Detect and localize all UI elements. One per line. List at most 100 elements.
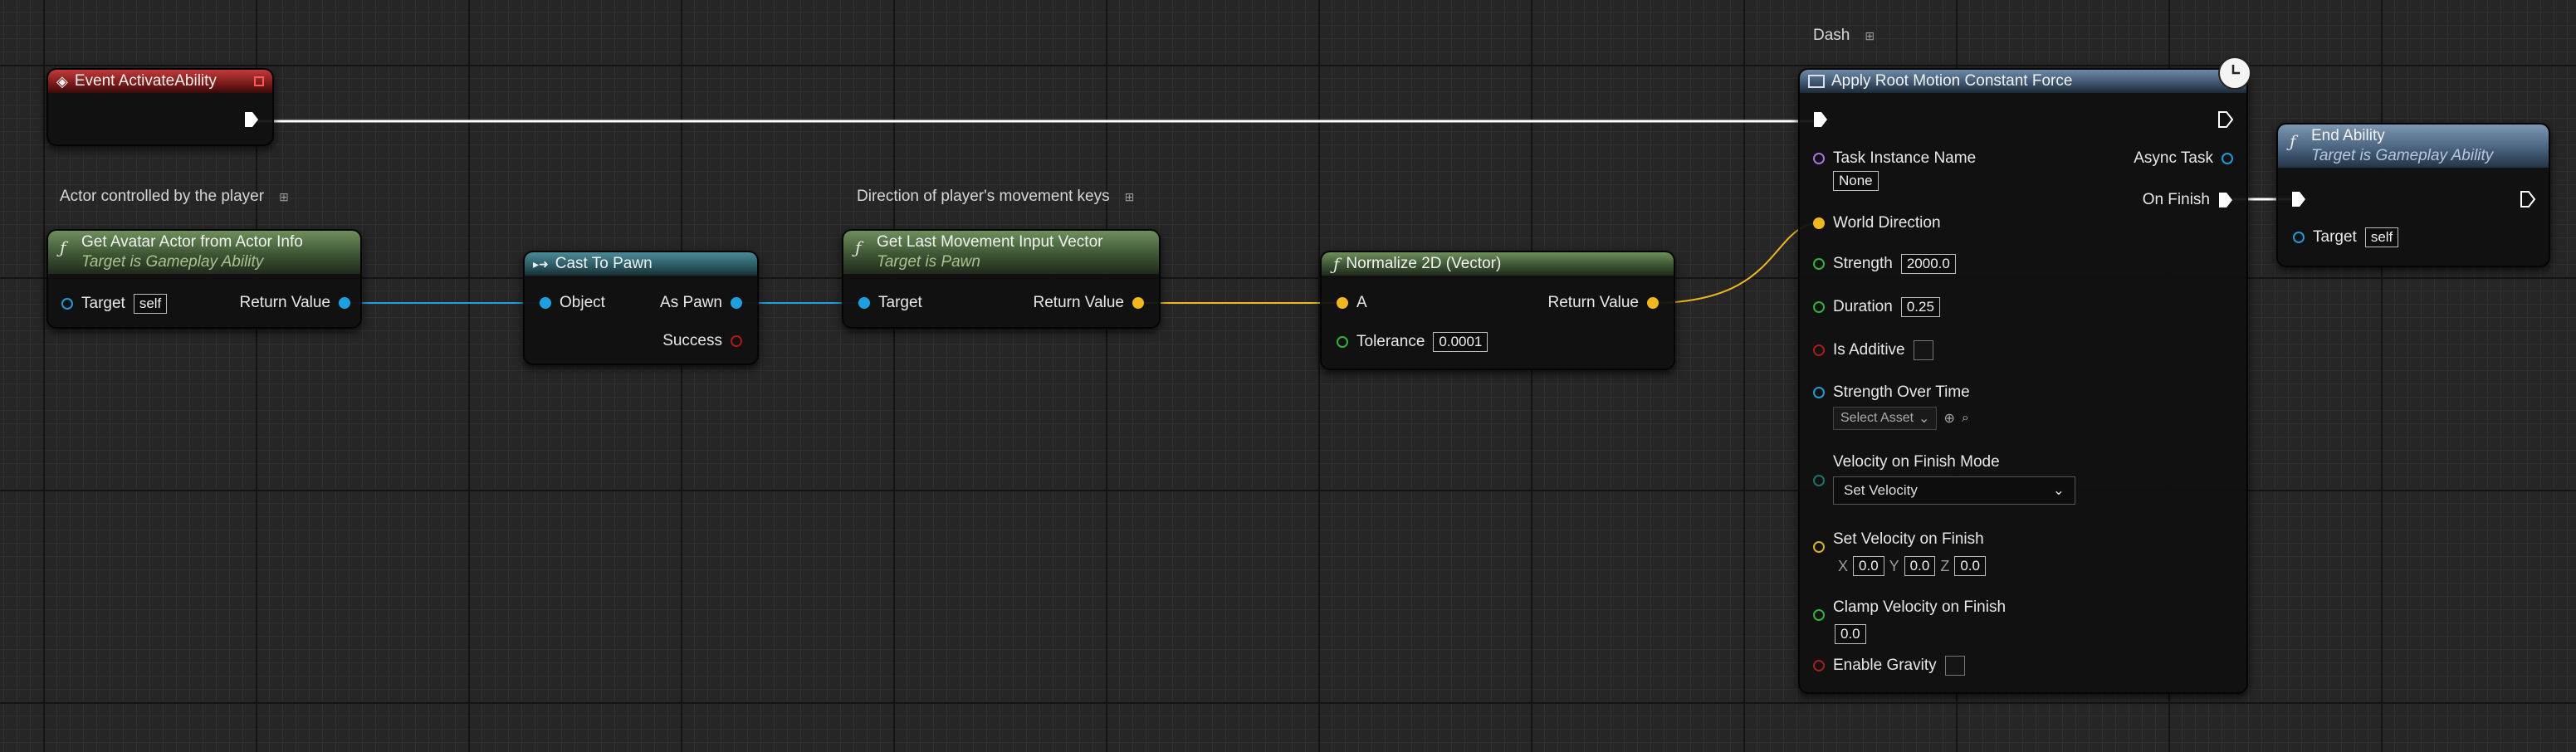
get-last-movement-node[interactable]: ƒ Get Last Movement Input Vector Target …: [842, 229, 1161, 329]
use-selected-icon[interactable]: ⊕: [1943, 410, 1954, 427]
return-pin-row[interactable]: Return Value: [1548, 294, 1659, 312]
target-field[interactable]: self: [2364, 227, 2399, 247]
target-pin[interactable]: [61, 298, 73, 310]
on-finish-row[interactable]: On Finish: [2143, 191, 2233, 209]
normalize-2d-node[interactable]: ƒ Normalize 2D (Vector) A Return Value T…: [1320, 251, 1675, 370]
comment-pin-icon[interactable]: ⊞: [1865, 29, 1875, 43]
async-task-pin[interactable]: [2222, 153, 2233, 164]
success-pin-row[interactable]: Success: [662, 332, 742, 350]
pin-label: Strength Over Time: [1833, 383, 1970, 401]
strength-field[interactable]: 2000.0: [1900, 254, 1956, 274]
success-pin[interactable]: [731, 335, 742, 347]
z-field[interactable]: 0.0: [1954, 556, 1986, 576]
velocity-mode-dropdown[interactable]: Set Velocity ⌄: [1833, 476, 2075, 505]
exec-pin-icon[interactable]: [2520, 191, 2535, 208]
return-pin-row[interactable]: Return Value: [1033, 294, 1144, 312]
select-asset-dropdown[interactable]: Select Asset ⌄: [1833, 407, 1938, 430]
search-icon[interactable]: ⌕: [1962, 411, 1969, 426]
as-pawn-pin-row[interactable]: As Pawn: [660, 294, 742, 312]
node-subtitle: Target is Pawn: [877, 253, 980, 271]
apply-root-motion-node[interactable]: Apply Root Motion Constant Force Task In…: [1798, 56, 2251, 694]
strength-over-time-pin[interactable]: [1813, 387, 1825, 398]
get-avatar-actor-node[interactable]: ƒ Get Avatar Actor from Actor Info Targe…: [46, 229, 362, 329]
velocity-mode-pin[interactable]: [1813, 475, 1825, 486]
y-field[interactable]: 0.0: [1904, 556, 1936, 576]
target-pin[interactable]: [858, 297, 870, 309]
world-direction-row[interactable]: World Direction: [1813, 214, 1941, 232]
set-velocity-row[interactable]: Set Velocity on Finish X 0.0 Y 0.0 Z 0.0: [1813, 526, 1986, 576]
duration-pin[interactable]: [1813, 301, 1825, 313]
as-pawn-pin[interactable]: [731, 297, 742, 309]
enable-gravity-pin[interactable]: [1813, 660, 1825, 671]
clamp-velocity-row[interactable]: Clamp Velocity on Finish 0.0: [1813, 594, 2006, 644]
strength-pin[interactable]: [1813, 258, 1825, 270]
strength-over-time-row[interactable]: Strength Over Time Select Asset ⌄ ⊕ ⌕: [1813, 383, 1970, 430]
clamp-velocity-pin[interactable]: [1813, 609, 1825, 621]
duration-field[interactable]: 0.25: [1900, 297, 1940, 317]
event-activate-ability-node[interactable]: ◈ Event ActivateAbility: [46, 68, 274, 146]
exec-output[interactable]: [2218, 111, 2233, 128]
comment-pin-icon[interactable]: ⊞: [1125, 190, 1135, 204]
exec-output[interactable]: [2520, 191, 2535, 208]
exec-pin-icon[interactable]: [1813, 111, 1828, 128]
latent-clock-icon: [2218, 56, 2251, 90]
exec-pin-icon[interactable]: [244, 111, 259, 128]
return-value-pin[interactable]: [339, 297, 350, 309]
enable-gravity-checkbox[interactable]: [1944, 656, 1965, 676]
is-additive-pin[interactable]: [1813, 344, 1825, 356]
strength-row[interactable]: Strength 2000.0: [1813, 254, 1956, 274]
exec-input[interactable]: [2291, 191, 2306, 208]
return-value-pin[interactable]: [1647, 297, 1659, 309]
is-additive-row[interactable]: Is Additive: [1813, 340, 1933, 360]
task-instance-field[interactable]: None: [1833, 171, 1879, 191]
cast-to-pawn-node[interactable]: ▸➜ Cast To Pawn Object As Pawn Success: [523, 251, 759, 365]
task-instance-row[interactable]: Task Instance Name None: [1813, 149, 1976, 191]
comment-pin-icon[interactable]: ⊞: [279, 190, 289, 204]
node-header: Apply Root Motion Constant Force: [1800, 70, 2246, 93]
pin-label: World Direction: [1833, 214, 1941, 232]
velocity-mode-row[interactable]: Velocity on Finish Mode Set Velocity ⌄: [1813, 453, 2075, 505]
target-field[interactable]: self: [133, 294, 168, 314]
pin-label: Enable Gravity: [1833, 657, 1937, 674]
node-header: ◈ Event ActivateAbility: [48, 70, 272, 93]
exec-output[interactable]: [244, 111, 259, 128]
pin-label: Strength: [1833, 255, 1893, 272]
a-pin[interactable]: [1337, 297, 1348, 309]
exec-pin-icon[interactable]: [2291, 191, 2306, 208]
chevron-down-icon: ⌄: [1919, 412, 1930, 426]
exec-input[interactable]: [1813, 111, 1828, 128]
duration-row[interactable]: Duration 0.25: [1813, 297, 1940, 317]
node-subtitle: Target is Gameplay Ability: [2311, 147, 2494, 164]
delegate-pin-icon[interactable]: [254, 76, 264, 86]
target-pin-row[interactable]: Target self: [61, 294, 168, 314]
comment-text: Actor controlled by the player: [60, 188, 265, 205]
task-instance-pin[interactable]: [1813, 153, 1825, 164]
return-value-pin[interactable]: [1132, 297, 1144, 309]
a-pin-row[interactable]: A: [1337, 294, 1367, 312]
object-pin[interactable]: [540, 297, 551, 309]
target-pin[interactable]: [2293, 232, 2305, 243]
pin-label: Target: [2313, 228, 2357, 246]
function-icon: ƒ: [855, 237, 862, 257]
x-field[interactable]: 0.0: [1853, 556, 1884, 576]
return-pin-row[interactable]: Return Value: [240, 294, 350, 312]
asset-picker[interactable]: Select Asset ⌄ ⊕ ⌕: [1833, 407, 1969, 430]
clamp-velocity-field[interactable]: 0.0: [1835, 624, 1866, 644]
object-pin-row[interactable]: Object: [540, 294, 605, 312]
set-velocity-pin[interactable]: [1813, 541, 1825, 553]
tolerance-field[interactable]: 0.0001: [1433, 332, 1488, 352]
target-pin-row[interactable]: Target: [858, 294, 922, 312]
is-additive-checkbox[interactable]: [1913, 340, 1933, 360]
world-direction-pin[interactable]: [1813, 217, 1825, 229]
pin-label: Return Value: [1033, 294, 1125, 311]
exec-pin-icon[interactable]: [2218, 192, 2233, 208]
enable-gravity-row[interactable]: Enable Gravity: [1813, 656, 1965, 676]
end-ability-node[interactable]: ƒ End Ability Target is Gameplay Ability…: [2276, 123, 2550, 267]
tolerance-pin[interactable]: [1337, 336, 1348, 348]
target-pin-row[interactable]: Target self: [2293, 227, 2399, 247]
exec-pin-icon[interactable]: [2218, 111, 2233, 128]
async-task-row[interactable]: Async Task: [2134, 149, 2233, 168]
node-title: End Ability: [2311, 127, 2385, 144]
tolerance-pin-row[interactable]: Tolerance 0.0001: [1337, 332, 1488, 352]
pin-label: Is Additive: [1833, 341, 1905, 359]
